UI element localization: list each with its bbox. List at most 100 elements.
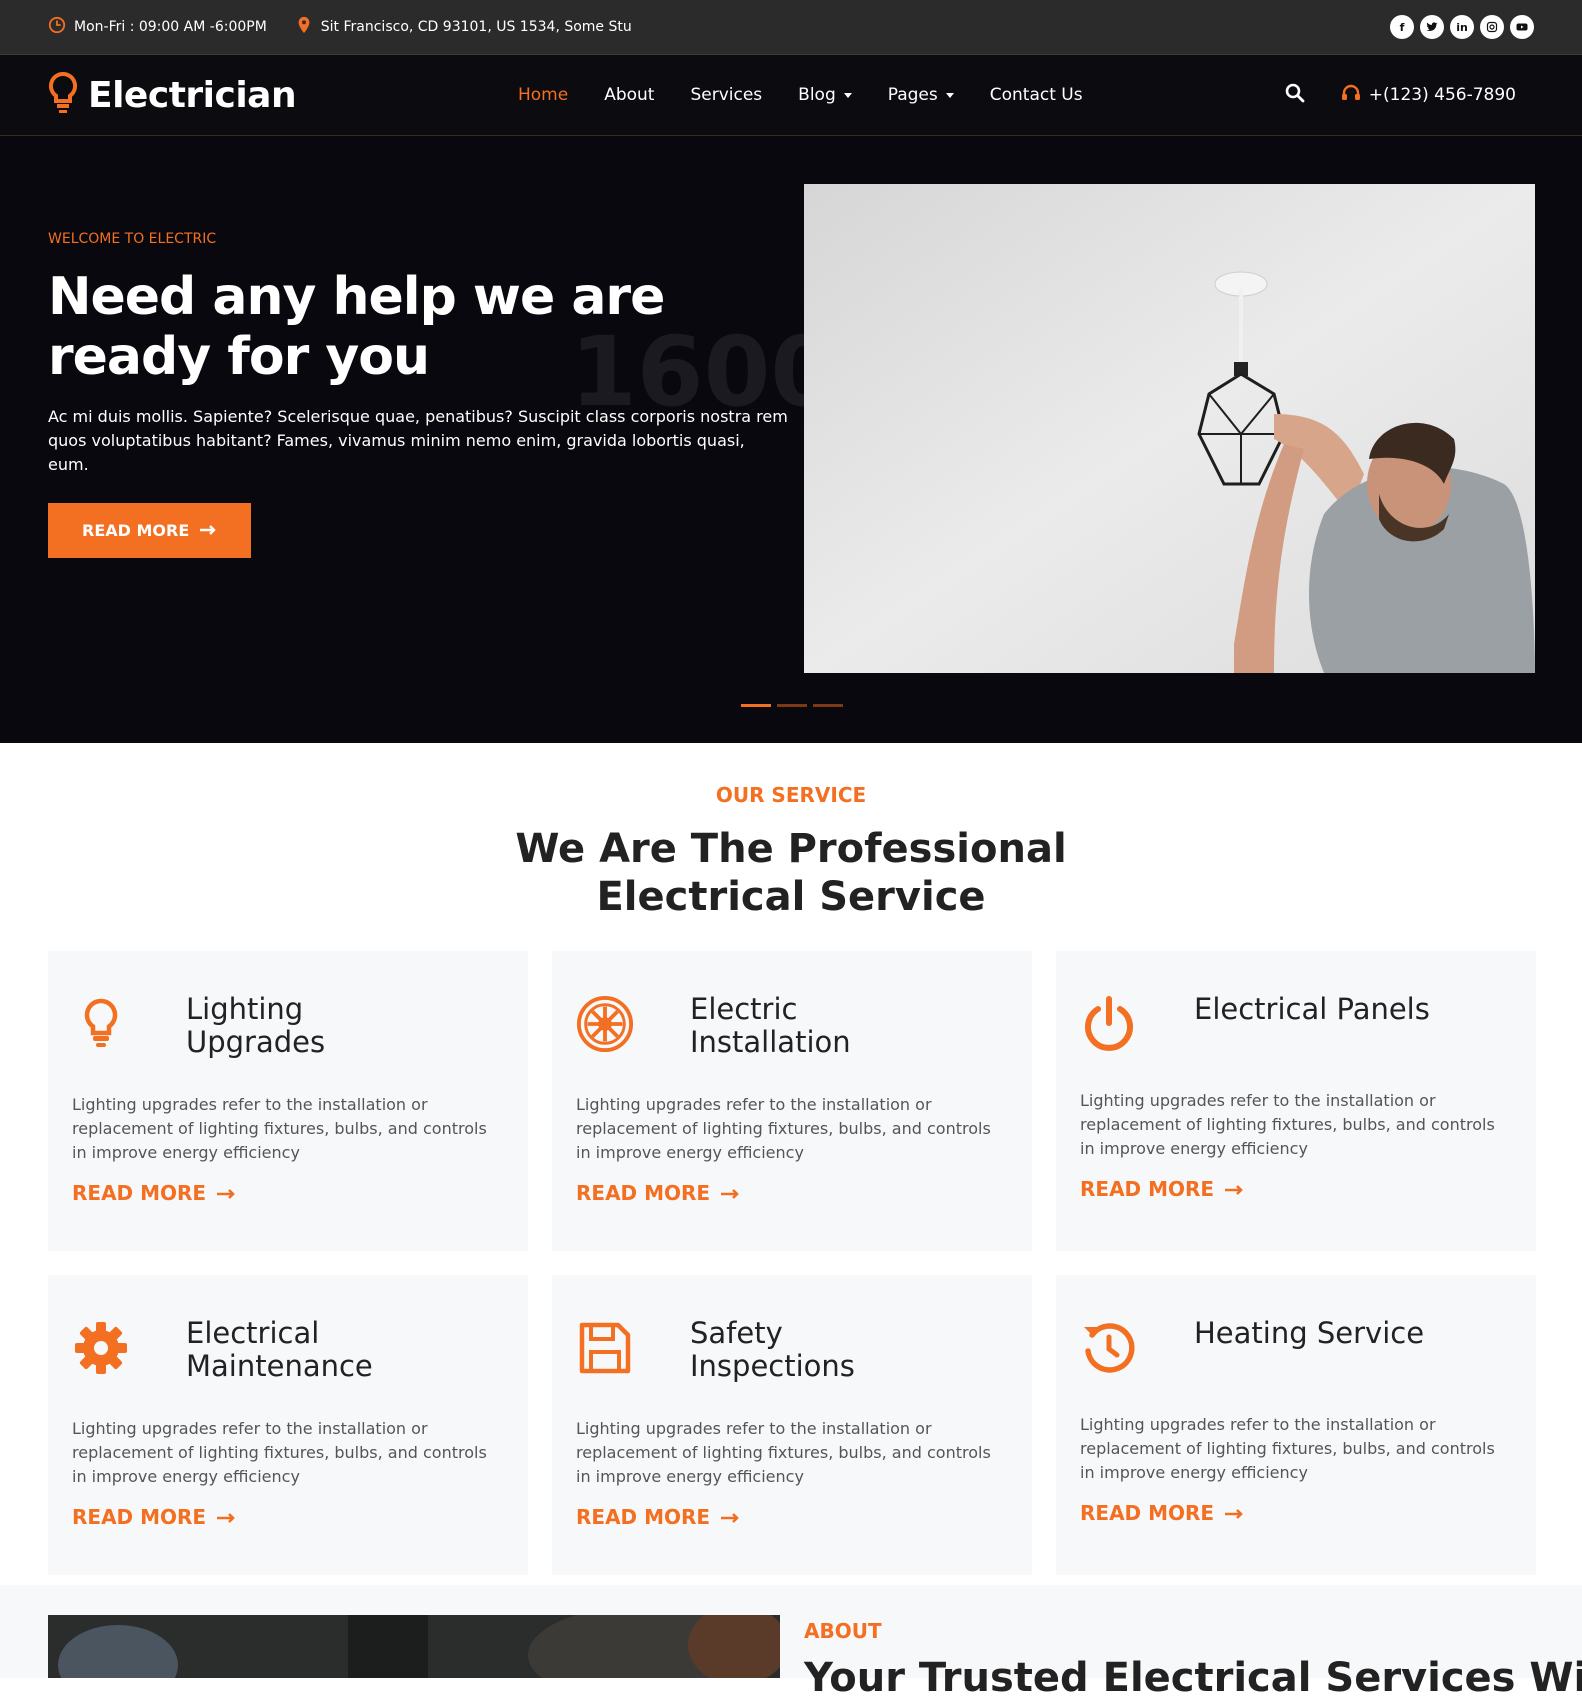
history-icon [1080,1317,1138,1379]
arrow-right-icon [720,1505,740,1529]
service-text: Lighting upgrades refer to the installat… [1080,1091,1495,1158]
nav-item-contact[interactable]: Contact Us [990,85,1083,105]
headset-icon [1341,84,1361,107]
services-title-line: We Are The Professional [515,826,1067,872]
arrow-right-icon [216,1505,236,1529]
service-text: Lighting upgrades refer to the installat… [576,1419,991,1486]
nav-item-pages[interactable]: Pages [888,85,954,105]
search-icon[interactable] [1285,83,1305,107]
arrow-right-icon [199,521,217,540]
phone-number: +(123) 456-7890 [1368,85,1516,105]
services-title: We Are The Professional Electrical Servic… [0,825,1582,921]
hours-item: Mon-Fri : 09:00 AM -6:00PM [48,16,267,38]
hours-text: Mon-Fri : 09:00 AM -6:00PM [74,19,267,35]
services-grid: Lighting Upgrades Lighting upgrades refe… [0,921,1582,1575]
service-title: Heating Service [1194,1316,1425,1350]
service-text: Lighting upgrades refer to the installat… [72,1095,487,1162]
hero-content: WELCOME TO ELECTRIC Need any help we are… [48,231,788,558]
linkedin-icon[interactable]: in [1450,15,1474,39]
about-section: ABOUT Your Trusted Electrical Services W… [0,1585,1582,1701]
hero-title: Need any help we are ready for you [48,267,788,387]
link-label: READ MORE [1080,1177,1215,1201]
nav-item-about[interactable]: About [604,85,654,105]
about-title: Your Trusted Electrical Services With [804,1655,1582,1701]
read-more-link[interactable]: READ MORE [72,1181,504,1205]
nav-item-blog[interactable]: Blog [798,85,852,105]
chevron-down-icon [843,92,852,98]
logo-text: Electrician [88,74,297,116]
service-card: Lighting Upgrades Lighting upgrades refe… [48,951,528,1251]
logo[interactable]: Electrician [48,71,518,119]
facebook-icon[interactable]: f [1390,15,1414,39]
lightbulb-logo-icon [48,71,78,119]
read-more-link[interactable]: READ MORE [1080,1501,1512,1525]
hero-title-line: Need any help we are [48,267,665,327]
hero-read-more-button[interactable]: READ MORE [48,503,252,558]
service-title: Electrical Panels [1194,992,1430,1026]
read-more-link[interactable]: READ MORE [1080,1177,1512,1201]
chevron-down-icon [945,92,954,98]
floppy-icon [576,1317,634,1379]
social-links: f in [1390,15,1534,39]
service-title: Electric Installation [690,992,851,1059]
arrow-right-icon [1224,1501,1244,1525]
main-navbar: Electrician Home About Services Blog Pag… [0,55,1582,136]
service-card: Electrical Maintenance Lighting upgrades… [48,1275,528,1575]
service-title: Lighting Upgrades [186,992,326,1059]
hero-image [804,184,1535,673]
twitter-icon[interactable] [1420,15,1444,39]
service-text: Lighting upgrades refer to the installat… [576,1095,991,1162]
nav-label: Home [518,85,569,105]
hero-section: 1600 x WELCOME TO ELECTRIC Need any help… [0,136,1582,743]
link-label: READ MORE [1080,1501,1215,1525]
nav-label: About [604,85,655,105]
link-label: READ MORE [72,1505,207,1529]
contact-info: Mon-Fri : 09:00 AM -6:00PM Sit Francisco… [48,16,632,38]
link-label: READ MORE [72,1181,207,1205]
arrow-right-icon [216,1181,236,1205]
nav-label: Services [690,85,763,105]
slider-dot[interactable] [777,704,807,707]
instagram-icon[interactable] [1480,15,1504,39]
about-image [48,1615,780,1678]
service-text: Lighting upgrades refer to the installat… [72,1419,487,1486]
service-card: Electrical Panels Lighting upgrades refe… [1056,951,1536,1251]
service-card: Safety Inspections Lighting upgrades ref… [552,1275,1032,1575]
nav-label: Contact Us [989,85,1083,105]
nav-label: Blog [798,85,836,105]
nav-right: +(123) 456-7890 [1285,83,1534,107]
service-card: Electric Installation Lighting upgrades … [552,951,1032,1251]
read-more-link[interactable]: READ MORE [576,1181,1008,1205]
lightbulb-icon [72,993,130,1055]
power-icon [1080,993,1138,1055]
service-card: Heating Service Lighting upgrades refer … [1056,1275,1536,1575]
top-bar: Mon-Fri : 09:00 AM -6:00PM Sit Francisco… [0,0,1582,55]
services-section: OUR SERVICE We Are The Professional Elect… [0,743,1582,1575]
service-text: Lighting upgrades refer to the installat… [1080,1415,1495,1482]
button-label: READ MORE [82,521,190,540]
service-title: Safety Inspections [690,1316,855,1383]
nav-item-home[interactable]: Home [518,85,568,105]
slider-dot[interactable] [741,704,771,707]
hero-kicker: WELCOME TO ELECTRIC [48,231,217,247]
link-label: READ MORE [576,1181,711,1205]
phone-link[interactable]: +(123) 456-7890 [1341,84,1516,107]
arrow-right-icon [1224,1177,1244,1201]
link-label: READ MORE [576,1505,711,1529]
read-more-link[interactable]: READ MORE [72,1505,504,1529]
about-kicker: ABOUT [804,1619,882,1643]
arrow-right-icon [720,1181,740,1205]
nav-label: Pages [887,85,938,105]
nav-menu: Home About Services Blog Pages Contact U… [518,85,1083,105]
address-text: Sit Francisco, CD 93101, US 1534, Some S… [320,19,632,35]
address-item: Sit Francisco, CD 93101, US 1534, Some S… [295,16,632,38]
clock-icon [48,16,66,38]
services-title-line: Electrical Service [596,874,986,920]
nav-item-services[interactable]: Services [690,85,762,105]
map-pin-icon [295,16,313,38]
slider-dot[interactable] [813,704,843,707]
gear-icon [72,1317,130,1379]
services-kicker: OUR SERVICE [715,783,867,807]
read-more-link[interactable]: READ MORE [576,1505,1008,1529]
youtube-icon[interactable] [1510,15,1534,39]
